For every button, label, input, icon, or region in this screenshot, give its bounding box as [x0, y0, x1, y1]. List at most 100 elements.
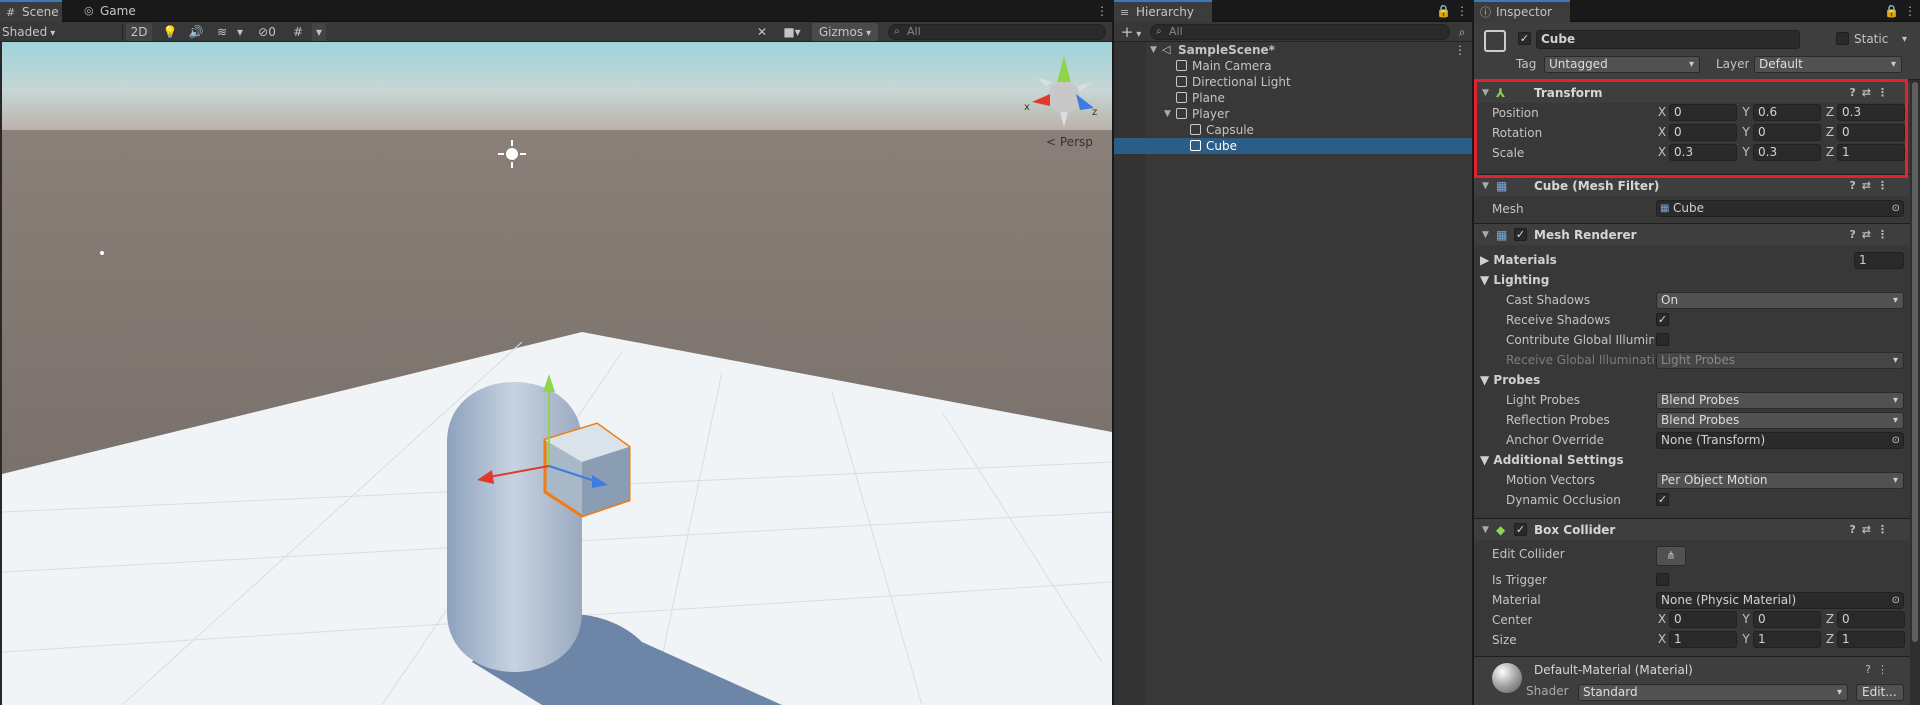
tab-scene[interactable]: # Scene	[0, 0, 62, 22]
collider-center-y-field[interactable]: 0	[1753, 611, 1821, 628]
material-header[interactable]: Default-Material (Material) ?⋮ Shader St…	[1474, 656, 1910, 705]
dynamic-occlusion-checkbox[interactable]: ✓	[1656, 493, 1669, 506]
effects-toggle-icon[interactable]: ≋	[212, 23, 232, 41]
hierarchy-item-player[interactable]: ▼ Player	[1114, 106, 1472, 122]
lock-icon[interactable]: 🔒	[1436, 3, 1451, 19]
persp-label[interactable]: < Persp	[1046, 135, 1093, 149]
physic-material-field[interactable]: None (Physic Material) ⊙	[1656, 592, 1904, 609]
active-checkbox[interactable]: ✓	[1518, 32, 1531, 45]
box-collider-header[interactable]: ▼ ◆ ✓ Box Collider ?⇄⋮	[1474, 518, 1910, 540]
scene-menu-icon[interactable]: ⋮	[1096, 3, 1108, 19]
lighting-foldout[interactable]: ▼ Lighting	[1480, 271, 1549, 289]
edit-collider-button[interactable]: ⋔	[1656, 546, 1686, 566]
anchor-override-field[interactable]: None (Transform) ⊙	[1656, 432, 1904, 449]
tag-label: Tag	[1516, 57, 1537, 71]
camera-icon[interactable]: ■▾	[778, 23, 806, 41]
inspector-menu-icon[interactable]: ⋮	[1904, 3, 1916, 19]
additional-settings-foldout[interactable]: ▼ Additional Settings	[1480, 451, 1624, 469]
mesh-renderer-header[interactable]: ▼ ▦ ✓ Mesh Renderer ?⇄⋮	[1474, 223, 1910, 245]
info-icon: ⓘ	[1480, 6, 1491, 19]
mesh-object-field[interactable]: ▦ Cube ⊙	[1656, 200, 1904, 217]
search-options-icon[interactable]: ⌕	[1454, 23, 1470, 41]
contribute-gi-label: Contribute Global Illumina	[1506, 333, 1654, 347]
object-picker-icon[interactable]: ⊙	[1892, 201, 1900, 216]
scene-visibility-icon[interactable]: ⊘0	[252, 23, 282, 41]
audio-toggle-icon[interactable]: 🔊	[186, 23, 206, 41]
object-name-input[interactable]: Cube	[1536, 30, 1800, 49]
axis-x-label[interactable]: X	[1656, 611, 1668, 628]
shading-mode-dropdown[interactable]: Shaded	[2, 23, 114, 41]
effects-dropdown-icon[interactable]: ▾	[234, 23, 246, 41]
tools-icon[interactable]: ✕	[752, 23, 772, 41]
box-collider-enabled-checkbox[interactable]: ✓	[1514, 523, 1527, 536]
scene-tabbar: # Scene ◎ Game ⋮	[0, 0, 1112, 22]
hierarchy-item-samplescene[interactable]: ▼ ◁ SampleScene* ⋮	[1114, 42, 1472, 58]
static-dropdown-icon[interactable]: ▾	[1902, 30, 1907, 49]
tab-hierarchy[interactable]: ≡ Hierarchy	[1114, 0, 1212, 22]
hierarchy-item-cube[interactable]: Cube	[1114, 138, 1472, 154]
static-checkbox[interactable]	[1836, 32, 1849, 45]
scene-panel: # Scene ◎ Game ⋮ Shaded 2D 💡 🔊 ≋ ▾ ⊘0 # …	[0, 0, 1112, 705]
scene-render[interactable]: x z < Persp	[2, 42, 1112, 705]
light-probes-dropdown[interactable]: Blend Probes	[1656, 392, 1904, 409]
component-actions[interactable]: ?⇄⋮	[1849, 519, 1894, 541]
receive-shadows-checkbox[interactable]: ✓	[1656, 313, 1669, 326]
component-actions[interactable]: ?⇄⋮	[1849, 175, 1894, 197]
gizmos-dropdown[interactable]: Gizmos	[812, 23, 878, 41]
axis-y-label[interactable]: Y	[1740, 631, 1752, 648]
hierarchy-item-directional-light[interactable]: Directional Light	[1114, 74, 1472, 90]
reflection-probes-dropdown[interactable]: Blend Probes	[1656, 412, 1904, 429]
hierarchy-menu-icon[interactable]: ⋮	[1456, 3, 1468, 19]
hierarchy-item-capsule[interactable]: Capsule	[1114, 122, 1472, 138]
probes-foldout[interactable]: ▼ Probes	[1480, 371, 1540, 389]
scene-viewport[interactable]: x z < Persp	[2, 42, 1112, 705]
inspector-scrollbar[interactable]	[1910, 80, 1920, 705]
scrollbar-thumb[interactable]	[1912, 82, 1918, 642]
cast-shadows-dropdown[interactable]: On	[1656, 292, 1904, 309]
foldout-expanded-icon[interactable]: ▼	[1164, 106, 1171, 122]
component-actions[interactable]: ?⇄⋮	[1849, 224, 1894, 246]
collider-size-y-field[interactable]: 1	[1753, 631, 1821, 648]
hierarchy-item-main-camera[interactable]: Main Camera	[1114, 58, 1472, 74]
shader-dropdown[interactable]: Standard	[1578, 684, 1848, 701]
collider-size-z-field[interactable]: 1	[1837, 631, 1905, 648]
tag-dropdown[interactable]: Untagged	[1544, 56, 1700, 73]
collider-center-x-field[interactable]: 0	[1669, 611, 1737, 628]
tab-inspector[interactable]: ⓘ Inspector	[1474, 0, 1570, 22]
is-trigger-checkbox[interactable]	[1656, 573, 1669, 586]
object-picker-icon[interactable]: ⊙	[1892, 593, 1900, 608]
grid-toggle-icon[interactable]: #	[288, 23, 308, 41]
object-picker-icon[interactable]: ⊙	[1892, 433, 1900, 448]
materials-count-field[interactable]: 1	[1854, 252, 1904, 269]
mode-2d-button[interactable]: 2D	[126, 23, 152, 41]
scene-search-input[interactable]: ⌕ All	[888, 24, 1106, 40]
reflection-probes-label: Reflection Probes	[1506, 413, 1610, 427]
edit-shader-button[interactable]: Edit...	[1856, 684, 1904, 701]
hierarchy-item-plane[interactable]: Plane	[1114, 90, 1472, 106]
axis-x-label: x	[1024, 102, 1030, 113]
lock-icon[interactable]: 🔒	[1884, 3, 1899, 19]
collider-center-z-field[interactable]: 0	[1837, 611, 1905, 628]
scene-menu-icon[interactable]: ⋮	[1454, 42, 1466, 58]
collider-size-x-field[interactable]: 1	[1669, 631, 1737, 648]
cast-shadows-label: Cast Shadows	[1506, 293, 1591, 307]
layer-dropdown[interactable]: Default	[1754, 56, 1902, 73]
axis-x-label[interactable]: X	[1656, 631, 1668, 648]
anchor-override-label: Anchor Override	[1506, 433, 1605, 447]
axis-z-label[interactable]: Z	[1824, 611, 1836, 628]
axis-y-label[interactable]: Y	[1740, 611, 1752, 628]
component-actions[interactable]: ?⋮	[1865, 663, 1894, 676]
mesh-renderer-enabled-checkbox[interactable]: ✓	[1514, 228, 1527, 241]
capsule-object[interactable]	[447, 382, 582, 672]
axis-z-label[interactable]: Z	[1824, 631, 1836, 648]
tab-game[interactable]: ◎ Game	[78, 0, 140, 22]
materials-foldout[interactable]: ▶ Materials	[1480, 251, 1557, 269]
lighting-toggle-icon[interactable]: 💡	[160, 23, 180, 41]
add-button[interactable]: +	[1118, 23, 1144, 41]
contribute-gi-checkbox[interactable]	[1656, 333, 1669, 346]
grid-dropdown-icon[interactable]: ▾	[312, 23, 326, 41]
receive-shadows-label: Receive Shadows	[1506, 313, 1611, 327]
mesh-filter-icon: ▦	[1496, 179, 1508, 193]
hierarchy-search-input[interactable]: ⌕ All	[1150, 24, 1450, 40]
motion-vectors-dropdown[interactable]: Per Object Motion	[1656, 472, 1904, 489]
